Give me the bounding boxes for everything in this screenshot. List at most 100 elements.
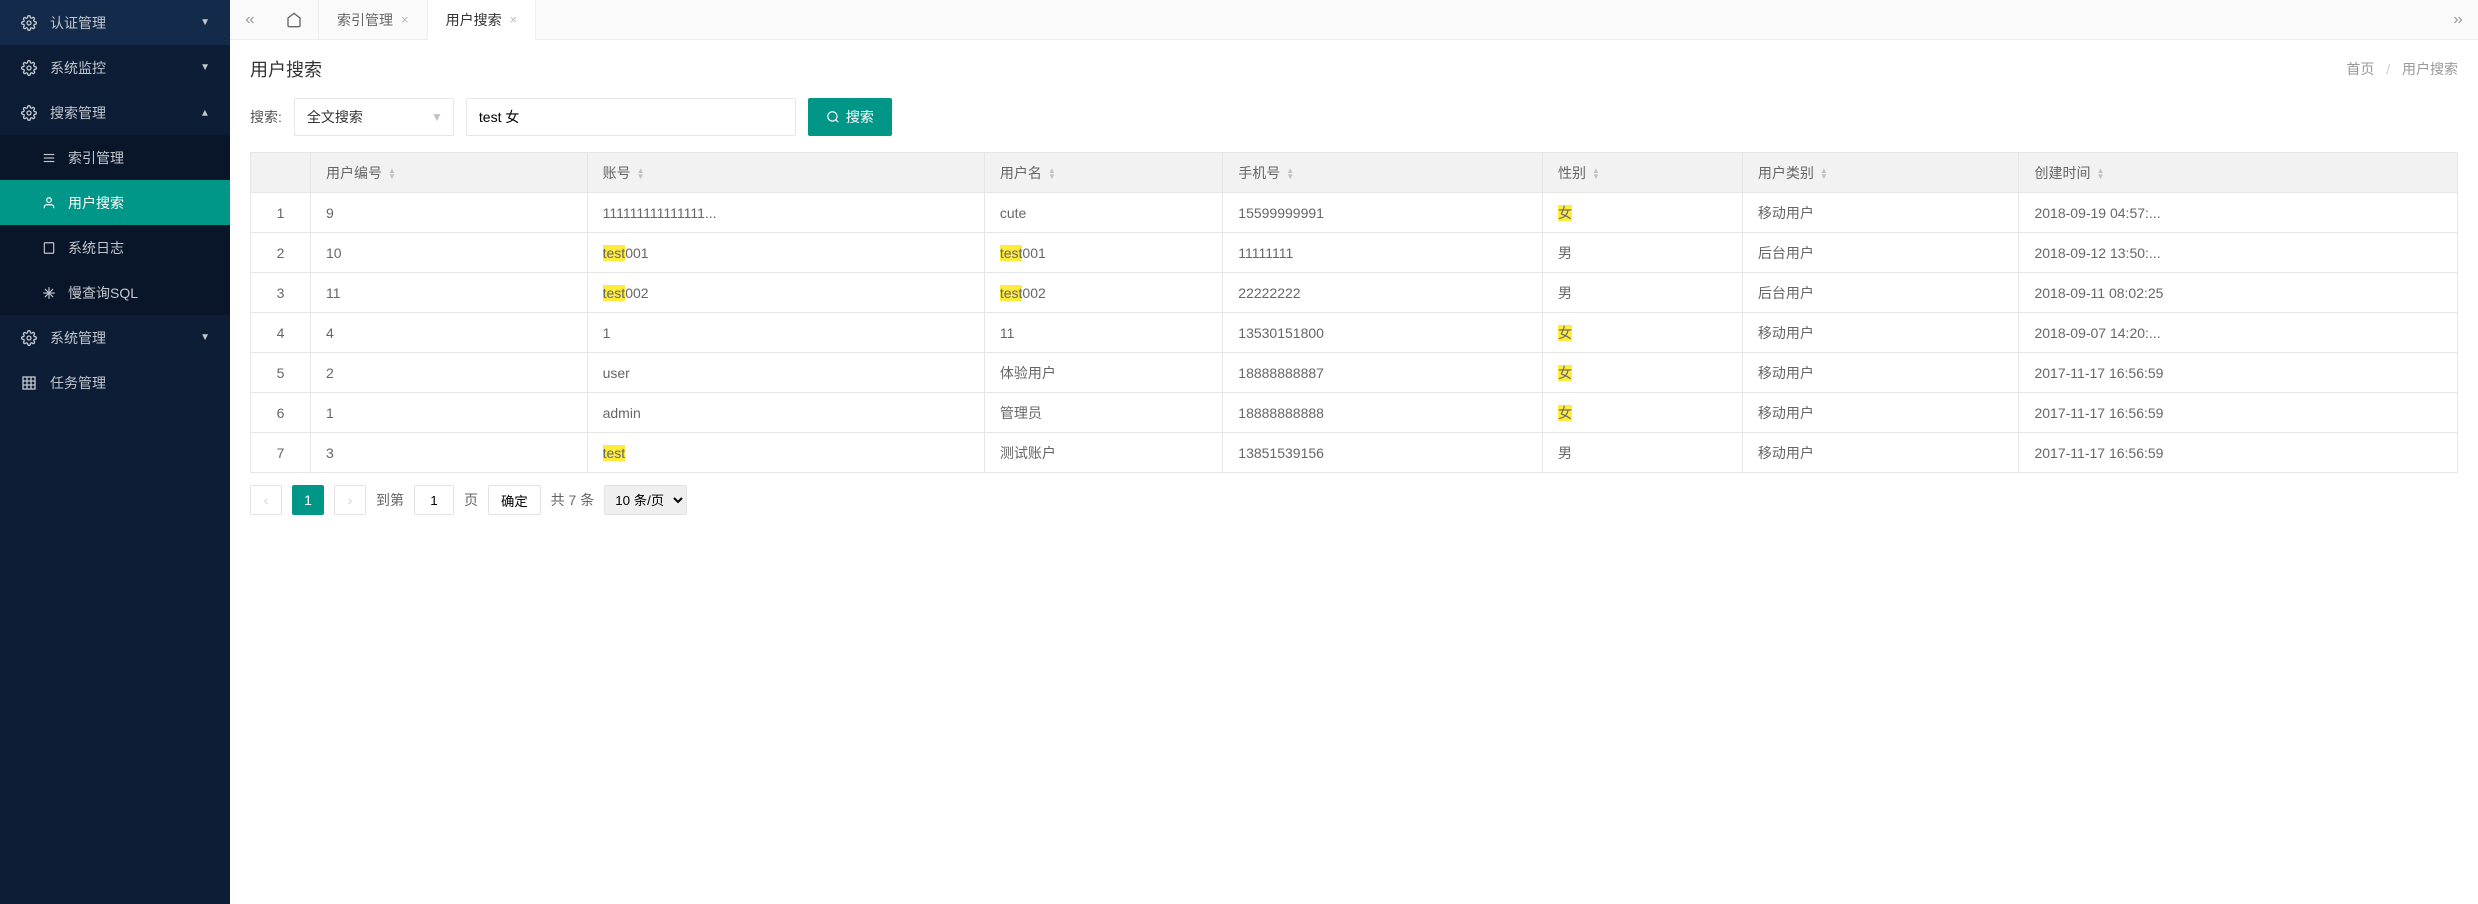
table-row[interactable]: 19111111111111111...cute15599999991女移动用户… [251, 193, 2458, 233]
cell-created: 2017-11-17 16:56:59 [2019, 393, 2458, 433]
tabs-scroll-right[interactable] [2438, 0, 2478, 39]
gear-icon [20, 330, 38, 346]
table-header-row: 用户编号▲▼ 账号▲▼ 用户名▲▼ 手机号▲▼ 性别▲▼ 用户类别▲▼ 创建时间… [251, 153, 2458, 193]
cell-account: admin [587, 393, 984, 433]
cell-index: 6 [251, 393, 311, 433]
breadcrumb-home[interactable]: 首页 [2346, 61, 2374, 77]
cell-phone: 13851539156 [1223, 433, 1543, 473]
sidebar-item-label: 认证管理 [50, 13, 106, 33]
sidebar-sub-index-manage[interactable]: 索引管理 [0, 135, 230, 180]
col-user-type[interactable]: 用户类别▲▼ [1742, 153, 2019, 193]
page-next[interactable]: › [334, 485, 366, 515]
chevron-down-icon: ▼ [431, 110, 443, 124]
pagination: ‹ 1 › 到第 页 确定 共 7 条 10 条/页 [250, 485, 2458, 515]
tab-label: 用户搜索 [446, 10, 502, 30]
sidebar-sub-label: 索引管理 [68, 148, 124, 168]
search-label: 搜索: [250, 107, 282, 127]
cell-gender: 女 [1543, 313, 1743, 353]
search-button[interactable]: 搜索 [808, 98, 892, 136]
cell-index: 4 [251, 313, 311, 353]
chevrons-right-icon [2451, 13, 2465, 27]
cell-username: 测试账户 [984, 433, 1222, 473]
cell-user-type: 移动用户 [1742, 353, 2019, 393]
sidebar-item-monitor[interactable]: 系统监控 ▼ [0, 45, 230, 90]
breadcrumb-current: 用户搜索 [2402, 61, 2458, 77]
cell-phone: 13530151800 [1223, 313, 1543, 353]
cell-user-type: 移动用户 [1742, 193, 2019, 233]
page-number[interactable]: 1 [292, 485, 324, 515]
table-wrap: 用户编号▲▼ 账号▲▼ 用户名▲▼ 手机号▲▼ 性别▲▼ 用户类别▲▼ 创建时间… [230, 152, 2478, 535]
goto-page-input[interactable] [414, 485, 454, 515]
sidebar-sub-slow-sql[interactable]: 慢查询SQL [0, 270, 230, 315]
chevrons-left-icon [243, 13, 257, 27]
table-row[interactable]: 52user体验用户18888888887女移动用户2017-11-17 16:… [251, 353, 2458, 393]
cell-gender: 男 [1543, 433, 1743, 473]
col-account[interactable]: 账号▲▼ [587, 153, 984, 193]
tab-home[interactable] [270, 0, 319, 39]
cell-username: 体验用户 [984, 353, 1222, 393]
sort-icon: ▲▼ [388, 168, 396, 180]
menu-icon [40, 151, 58, 165]
col-created[interactable]: 创建时间▲▼ [2019, 153, 2458, 193]
cell-created: 2018-09-07 14:20:... [2019, 313, 2458, 353]
cell-user-id: 11 [311, 273, 588, 313]
cell-account: 111111111111111... [587, 193, 984, 233]
cell-created: 2017-11-17 16:56:59 [2019, 433, 2458, 473]
gear-icon [20, 105, 38, 121]
cell-index: 2 [251, 233, 311, 273]
col-username[interactable]: 用户名▲▼ [984, 153, 1222, 193]
gear-icon [20, 15, 38, 31]
gear-icon [20, 60, 38, 76]
chevron-up-icon: ▼ [200, 107, 210, 118]
close-icon[interactable]: × [510, 12, 518, 27]
cell-user-id: 9 [311, 193, 588, 233]
col-phone[interactable]: 手机号▲▼ [1223, 153, 1543, 193]
table-row[interactable]: 210test001test00111111111男后台用户2018-09-12… [251, 233, 2458, 273]
goto-confirm-button[interactable]: 确定 [488, 485, 541, 515]
table-row[interactable]: 311test002test00222222222男后台用户2018-09-11… [251, 273, 2458, 313]
table-row[interactable]: 73test测试账户13851539156男移动用户2017-11-17 16:… [251, 433, 2458, 473]
home-icon [286, 12, 302, 28]
sidebar-item-auth[interactable]: 认证管理 ▼ [0, 0, 230, 45]
cell-phone: 18888888888 [1223, 393, 1543, 433]
col-gender[interactable]: 性别▲▼ [1543, 153, 1743, 193]
cell-username: test002 [984, 273, 1222, 313]
cell-user-type: 后台用户 [1742, 233, 2019, 273]
cell-gender: 男 [1543, 273, 1743, 313]
per-page-select[interactable]: 10 条/页 [604, 485, 687, 515]
cell-user-type: 移动用户 [1742, 393, 2019, 433]
tab-index-manage[interactable]: 索引管理 × [319, 0, 428, 39]
tabs-scroll-left[interactable] [230, 0, 270, 39]
sidebar-item-label: 搜索管理 [50, 103, 106, 123]
chevron-down-icon: ▼ [200, 17, 210, 28]
main: 索引管理 × 用户搜索 × 用户搜索 首页 / 用户搜索 搜索: 全文 [230, 0, 2478, 904]
goto-suffix: 页 [464, 490, 478, 510]
tab-user-search[interactable]: 用户搜索 × [428, 0, 537, 39]
cell-user-type: 移动用户 [1742, 313, 2019, 353]
cell-username: 11 [984, 313, 1222, 353]
sidebar-sub-user-search[interactable]: 用户搜索 [0, 180, 230, 225]
cell-user-id: 2 [311, 353, 588, 393]
search-type-select[interactable]: 全文搜索 ▼ [294, 98, 454, 136]
sort-icon: ▲▼ [1048, 168, 1056, 180]
col-user-id[interactable]: 用户编号▲▼ [311, 153, 588, 193]
cell-user-id: 3 [311, 433, 588, 473]
sidebar-sub-system-log[interactable]: 系统日志 [0, 225, 230, 270]
cell-created: 2018-09-11 08:02:25 [2019, 273, 2458, 313]
goto-prefix: 到第 [376, 490, 404, 510]
tab-label: 索引管理 [337, 10, 393, 30]
select-value: 全文搜索 [307, 107, 363, 127]
table-row[interactable]: 61admin管理员18888888888女移动用户2017-11-17 16:… [251, 393, 2458, 433]
cell-username: cute [984, 193, 1222, 233]
page-title: 用户搜索 [250, 56, 322, 82]
sidebar-item-task-manage[interactable]: 任务管理 [0, 360, 230, 405]
sort-icon: ▲▼ [637, 168, 645, 180]
sidebar-item-search-manage[interactable]: 搜索管理 ▼ [0, 90, 230, 135]
cell-user-type: 后台用户 [1742, 273, 2019, 313]
sidebar-item-system-manage[interactable]: 系统管理 ▼ [0, 315, 230, 360]
user-icon [40, 196, 58, 210]
close-icon[interactable]: × [401, 12, 409, 27]
table-row[interactable]: 4411113530151800女移动用户2018-09-07 14:20:..… [251, 313, 2458, 353]
page-prev[interactable]: ‹ [250, 485, 282, 515]
search-input[interactable] [466, 98, 796, 136]
